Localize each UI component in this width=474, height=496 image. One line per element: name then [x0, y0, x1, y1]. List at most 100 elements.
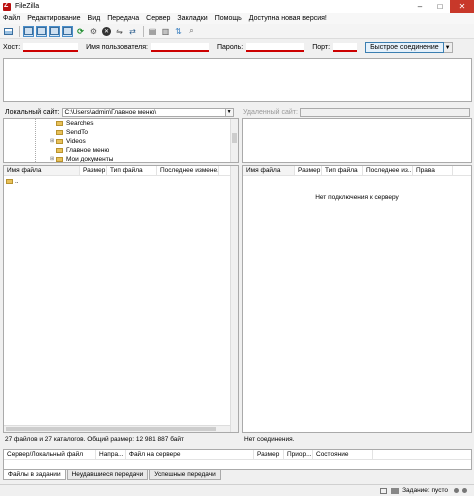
reconnect-button[interactable]: ⇄ [127, 26, 138, 37]
tree-item-start-menu[interactable]: Главное меню [50, 146, 109, 154]
message-log-icon [24, 27, 33, 35]
toggle-remote-tree-button[interactable] [49, 25, 60, 37]
menu-new-version[interactable]: Доступна новая версия! [249, 15, 327, 22]
column-direction[interactable]: Напра... [96, 450, 126, 459]
remote-site-path-input[interactable] [299, 107, 470, 117]
menu-server[interactable]: Сервер [146, 15, 170, 22]
search-button[interactable]: ⌕ [186, 26, 197, 37]
close-button[interactable]: ✕ [450, 0, 474, 13]
folder-icon [56, 147, 63, 153]
folder-icon [56, 120, 63, 126]
local-site-bar: Локальный сайт: C:\Users\admin\Главное м… [5, 107, 234, 117]
compare-button[interactable]: ▥ [160, 26, 171, 37]
scrollbar-thumb[interactable] [6, 427, 216, 431]
minimize-button[interactable]: – [410, 0, 430, 13]
transfer-queue[interactable]: Сервер/Локальный файл Напра... Файл на с… [3, 449, 472, 470]
title-bar: FileZilla – □ ✕ [0, 0, 474, 13]
site-manager-button[interactable] [3, 26, 14, 37]
column-filetype[interactable]: Тип файла [322, 166, 363, 175]
column-permissions[interactable]: Права [413, 166, 453, 175]
quickconnect-button[interactable]: Быстрое соединение [365, 42, 444, 53]
sync-browse-button[interactable]: ⇅ [173, 26, 184, 37]
file-row-updir[interactable]: .. [6, 178, 19, 185]
host-input[interactable] [23, 43, 79, 52]
local-list-vscrollbar[interactable] [230, 166, 238, 432]
queue-tabs: Файлы в задании Неудавшиеся передачи Усп… [3, 470, 222, 480]
menu-file[interactable]: Файл [3, 15, 20, 22]
username-input[interactable] [151, 43, 209, 52]
tab-successful-transfers[interactable]: Успешные передачи [149, 470, 221, 480]
toolbar: ⟳ ⚙ ✕ ⇋ ⇄ ▤ ▥ ⇅ ⌕ [0, 24, 474, 39]
filter-icon: ▤ [148, 26, 157, 36]
local-tree-scrollbar[interactable] [230, 119, 238, 162]
column-remote-file[interactable]: Файл на сервере [126, 450, 254, 459]
port-input[interactable] [333, 43, 358, 52]
username-label: Имя пользователя: [86, 44, 148, 51]
process-queue-button[interactable]: ⚙ [88, 26, 99, 37]
local-site-dropdown[interactable]: ▼ [225, 107, 234, 117]
password-input[interactable] [246, 43, 305, 52]
menu-edit[interactable]: Редактирование [27, 15, 80, 22]
scrollbar-thumb[interactable] [232, 133, 237, 143]
tree-item-searches[interactable]: Searches [50, 119, 93, 127]
local-site-label: Локальный сайт: [5, 108, 60, 116]
column-size[interactable]: Размер [295, 166, 322, 175]
menu-transfer[interactable]: Передача [107, 15, 139, 22]
tree-item-label: SendTo [66, 128, 89, 136]
menu-help[interactable]: Помощь [215, 15, 242, 22]
search-icon: ⌕ [189, 26, 194, 35]
status-bar: Задание: пусто [0, 484, 474, 496]
local-directory-tree[interactable]: Searches SendTo ⊞ Videos Главное меню ⊞ … [3, 118, 239, 163]
tab-queued-files[interactable]: Файлы в задании [3, 470, 66, 480]
column-priority[interactable]: Приор... [284, 450, 313, 459]
toggle-queue-button[interactable] [62, 25, 73, 37]
column-filename[interactable]: Имя файла [4, 166, 80, 175]
local-status-text: 27 файлов и 27 каталогов. Общий размер: … [5, 435, 184, 443]
tree-item-sendto[interactable]: SendTo [50, 128, 88, 136]
chevron-down-icon: ▼ [444, 44, 451, 51]
cancel-button[interactable]: ✕ [101, 26, 112, 37]
column-status[interactable]: Состояние [313, 450, 373, 459]
local-list-hscrollbar[interactable] [4, 425, 231, 432]
quickconnect-dropdown-button[interactable]: ▼ [443, 42, 453, 53]
toggle-log-button[interactable] [23, 25, 34, 37]
tree-guide-line [35, 119, 36, 162]
window-controls: – □ ✕ [410, 0, 474, 13]
queue-icon [391, 487, 400, 494]
quickconnect-bar: Хост: Имя пользователя: Пароль: Порт: Бы… [0, 40, 474, 55]
local-file-list[interactable]: Имя файла Размер Тип файла Последнее изм… [3, 165, 239, 433]
column-local-file[interactable]: Сервер/Локальный файл [4, 450, 96, 459]
menu-bookmarks[interactable]: Закладки [177, 15, 207, 22]
filter-button[interactable]: ▤ [147, 26, 158, 37]
folder-icon [56, 129, 63, 135]
transfer-queue-icon [63, 27, 72, 35]
tab-failed-transfers[interactable]: Неудавшиеся передачи [66, 470, 149, 480]
remote-file-list[interactable]: Имя файла Размер Тип файла Последнее из.… [242, 165, 472, 433]
column-size[interactable]: Размер [254, 450, 284, 459]
column-filetype[interactable]: Тип файла [107, 166, 157, 175]
tree-item-label: Searches [66, 119, 94, 127]
remote-directory-tree[interactable] [242, 118, 472, 163]
menu-view[interactable]: Вид [88, 15, 101, 22]
tree-item-my-documents[interactable]: ⊞ Мои документы [50, 155, 113, 163]
disconnect-icon: ⇋ [116, 26, 123, 36]
column-last-modified[interactable]: Последнее измене... [157, 166, 219, 175]
toolbar-separator [19, 25, 20, 37]
column-size[interactable]: Размер [80, 166, 107, 175]
refresh-button[interactable]: ⟳ [75, 26, 86, 37]
local-site-path-input[interactable]: C:\Users\admin\Главное меню\ [61, 107, 226, 117]
refresh-icon: ⟳ [77, 26, 84, 36]
remote-column-header: Имя файла Размер Тип файла Последнее из.… [243, 166, 471, 176]
folder-icon [56, 138, 63, 144]
column-last-modified[interactable]: Последнее из... [363, 166, 413, 175]
host-label: Хост: [3, 44, 21, 51]
cancel-icon: ✕ [102, 26, 111, 36]
maximize-button[interactable]: □ [430, 0, 450, 13]
folder-up-icon [6, 179, 13, 184]
toggle-local-tree-button[interactable] [36, 25, 47, 37]
tree-item-videos[interactable]: ⊞ Videos [50, 137, 86, 145]
message-log[interactable] [3, 58, 472, 102]
filezilla-icon [3, 2, 11, 11]
column-filename[interactable]: Имя файла [243, 166, 295, 175]
disconnect-button[interactable]: ⇋ [114, 26, 125, 37]
